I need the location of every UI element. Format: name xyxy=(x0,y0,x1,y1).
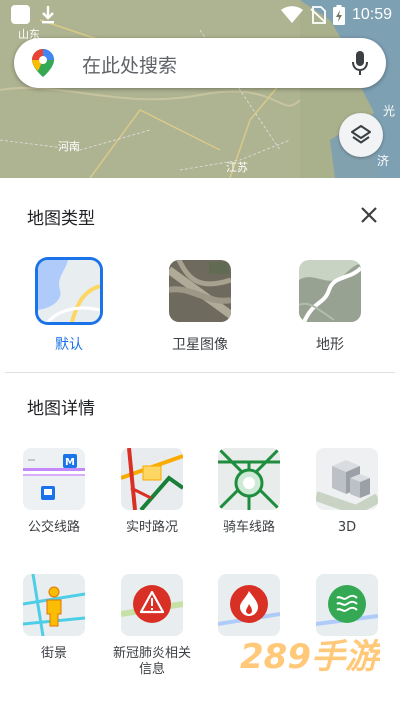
map-label-ji: 济 xyxy=(377,153,389,168)
map-label-jiangsu: 江苏 xyxy=(226,161,248,174)
air-quality-icon xyxy=(316,574,378,636)
map-type-heading: 地图类型 xyxy=(27,209,95,229)
detail-bicycling-label: 骑车线路 xyxy=(222,520,275,535)
bicycling-icon xyxy=(218,448,280,510)
covid-warning-icon xyxy=(121,574,183,636)
detail-transit-label: 公交线路 xyxy=(27,520,80,535)
search-input[interactable]: 在此处搜索 xyxy=(82,51,177,78)
transit-icon: M xyxy=(23,448,85,510)
map-type-terrain[interactable]: 地形 xyxy=(285,260,375,354)
detail-bicycling[interactable]: 骑车线路 xyxy=(199,448,299,536)
status-time: 10:59 xyxy=(351,6,392,23)
detail-3d-label: 3D xyxy=(337,520,357,535)
app-notification-icon xyxy=(11,5,30,24)
map-label-guang: 光 xyxy=(383,104,395,118)
wifi-icon xyxy=(280,6,303,23)
search-bar[interactable]: 在此处搜索 xyxy=(14,38,386,88)
detail-covid[interactable]: 新冠肺炎相关 信息 xyxy=(102,574,202,678)
close-icon xyxy=(361,207,377,223)
detail-covid-label: 新冠肺炎相关 信息 xyxy=(112,646,191,677)
wildfire-icon xyxy=(218,574,280,636)
section-divider xyxy=(5,372,395,373)
google-maps-pin-icon xyxy=(32,49,54,77)
no-sim-icon xyxy=(310,6,326,24)
map-type-default[interactable]: 默认 xyxy=(24,260,114,354)
traffic-icon xyxy=(121,448,183,510)
3d-buildings-icon xyxy=(316,448,378,510)
map-type-terrain-label: 地形 xyxy=(316,337,344,353)
street-view-icon xyxy=(23,574,85,636)
status-bar: 10:59 xyxy=(0,0,400,30)
map-layers-button[interactable] xyxy=(339,113,383,157)
map-details-heading: 地图详情 xyxy=(27,399,95,419)
detail-traffic[interactable]: 实时路况 xyxy=(102,448,202,536)
default-map-thumbnail xyxy=(38,260,100,322)
detail-3d[interactable]: 3D xyxy=(297,448,397,536)
map-label-henan: 河南 xyxy=(58,140,80,153)
satellite-map-thumbnail xyxy=(169,260,231,322)
map-type-default-label: 默认 xyxy=(55,337,83,353)
detail-traffic-label: 实时路况 xyxy=(125,520,178,535)
layers-icon xyxy=(351,125,371,144)
close-button[interactable] xyxy=(355,201,383,229)
detail-street-view[interactable]: 街景 xyxy=(4,574,104,662)
battery-charging-icon xyxy=(332,5,345,25)
map-type-satellite-label: 卫星图像 xyxy=(172,337,228,353)
watermark-logo: 289手游网 xyxy=(230,628,400,688)
svg-text:M: M xyxy=(65,457,75,468)
watermark-text: 289手游网 xyxy=(240,637,380,677)
detail-transit[interactable]: M 公交线路 xyxy=(4,448,104,536)
microphone-icon[interactable] xyxy=(352,51,368,75)
detail-street-view-label: 街景 xyxy=(40,646,67,661)
map-type-sheet: 地图类型 默认 卫星图像 地形 地图详情 M 公交线路 实时路况 骑车线路 3D… xyxy=(0,178,400,711)
download-icon xyxy=(42,6,54,24)
map-type-satellite[interactable]: 卫星图像 xyxy=(155,260,245,354)
terrain-map-thumbnail xyxy=(299,260,361,322)
